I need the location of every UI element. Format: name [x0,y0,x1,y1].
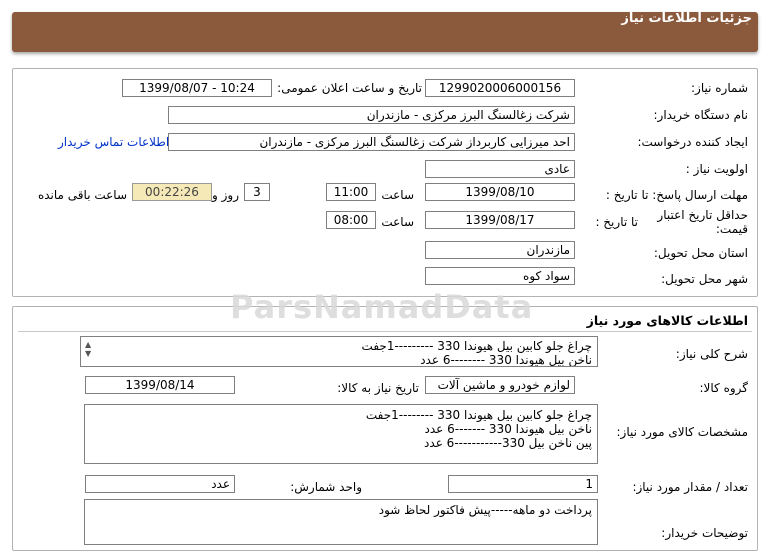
requester-label: ایجاد کننده درخواست: [637,135,748,149]
section-divider [18,331,752,332]
unit-field: عدد [85,475,235,493]
spec-field[interactable]: چراغ جلو کابین بیل هیوندا 330 --------1ج… [84,404,598,464]
deadline-time-field: 11:00 [326,183,376,201]
remaining-label: ساعت باقی مانده [37,188,127,202]
deadline-date-field: 1399/08/10 [425,183,575,201]
need-date-field: 1399/08/14 [85,376,235,394]
unit-label: واحد شمارش: [290,480,362,494]
deadline-label: مهلت ارسال پاسخ: تا تاریخ : [605,188,748,202]
validity-time-field: 08:00 [326,211,376,229]
province-field: مازندران [425,241,575,259]
watermark-logo: ParsNamadData [230,288,534,326]
need-number-label: شماره نیاز: [691,81,748,95]
buyer-notes-label: توضیحات خریدار: [661,526,748,540]
validity-date-field: 1399/08/17 [425,211,575,229]
announce-field: 1399/08/07 - 10:24 [122,79,272,97]
need-number-field: 1299020006000156 [425,79,575,97]
quantity-field: 1 [448,475,598,493]
countdown-timer: 00:22:26 [132,183,212,201]
deadline-time-label: ساعت [381,188,414,202]
general-desc-scroll[interactable]: ▲ ▼ [85,340,91,358]
general-desc-label: شرح کلی نیاز: [675,347,748,361]
validity-time-label: ساعت [381,215,414,229]
validity-label: حداقل تاریخ اعتبار قیمت: [657,208,748,236]
city-field: سواد کوه [425,267,575,285]
general-desc-field[interactable]: چراغ جلو کابین بیل هیوندا 330 ---------1… [80,336,598,367]
buyer-contact-link[interactable]: اطلاعات تماس خریدار [58,135,169,149]
city-label: شهر محل تحویل: [661,272,748,286]
goods-group-field: لوازم خودرو و ماشین آلات [425,376,575,394]
days-label: روز و [212,188,239,202]
days-remaining-field: 3 [244,183,270,201]
validity-to-label: تا تاریخ : [595,215,638,229]
priority-label: اولویت نیاز : [685,162,748,176]
buyer-notes-field[interactable]: پرداخت دو ماهه-----پیش فاکتور لحاظ شود [84,499,598,545]
spec-label: مشخصات کالای مورد نیاز: [616,425,748,439]
need-date-label: تاریخ نیاز به کالا: [337,381,419,395]
goods-section-title: اطلاعات کالاهای مورد نیاز [586,313,748,328]
buyer-org-label: نام دستگاه خریدار: [653,108,749,122]
province-label: استان محل تحویل: [653,246,748,260]
page-title: جزئیات اطلاعات نیاز [621,11,752,26]
requester-field: احد میرزایی کاربرداز شرکت زغالسنگ البرز … [168,133,575,151]
priority-field: عادی [425,160,575,178]
buyer-org-field: شرکت زغالسنگ البرز مرکزی - مازندران [168,106,575,124]
need-info-panel [12,68,758,297]
goods-group-label: گروه کالا: [699,381,749,395]
announce-label: تاریخ و ساعت اعلان عمومی: [277,81,422,95]
quantity-label: تعداد / مقدار مورد نیاز: [632,480,748,494]
